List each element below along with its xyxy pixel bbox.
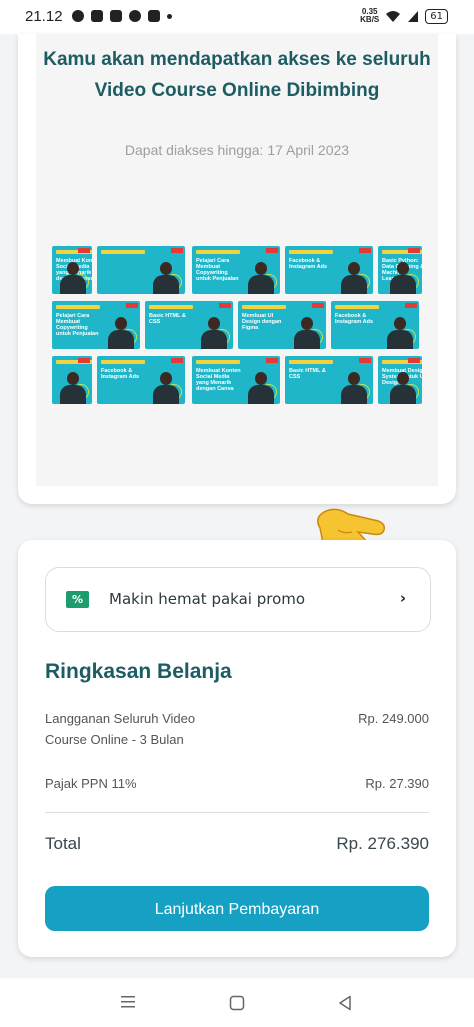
course-thumbnail: Basic HTML & CSS	[285, 356, 373, 404]
summary-item-label: Pajak PPN 11%	[45, 776, 137, 791]
network-speed: 0.35 KB/S	[360, 8, 379, 24]
course-thumbnail: Pelajari Cara Membuat Copywriting untuk …	[192, 246, 280, 294]
summary-item-value: Rp. 249.000	[358, 711, 429, 726]
sale-badge	[408, 248, 420, 253]
signal-icon	[408, 10, 419, 22]
summary-item-value: Rp. 27.390	[365, 776, 429, 791]
instructor-photo	[248, 370, 274, 404]
status-bar: 21.12 0.35 KB/S 61	[0, 0, 474, 34]
access-until-text: Dapat diakses hingga: 17 April 2023	[124, 142, 350, 158]
gallery-icon	[91, 10, 103, 22]
course-thumbnail-title: Facebook & Instagram Ads	[335, 313, 374, 325]
status-time: 21.12	[25, 8, 63, 25]
course-category-tag	[196, 250, 240, 254]
course-thumbnail: Facebook & Instagram Ads	[97, 356, 185, 404]
course-thumbnail-title: Membuat UI Design dengan Figma	[242, 313, 282, 331]
course-thumbnail: Facebook & Instagram Ads	[285, 246, 373, 294]
sale-badge	[219, 303, 231, 308]
access-headline: Kamu akan mendapatkan akses ke seluruh V…	[43, 49, 431, 101]
course-thumbnail: Membuat Design System untuk UI Design	[378, 356, 422, 404]
notification-app-icon	[72, 10, 84, 22]
checkout-summary-card: % Makin hemat pakai promo › Ringkasan Be…	[18, 540, 456, 957]
sale-badge	[405, 303, 417, 308]
instructor-photo	[153, 370, 179, 404]
more-notifications-dot-icon	[167, 13, 172, 19]
course-thumbnail-title: Pelajari Cara Membuat Copywriting untuk …	[56, 313, 99, 337]
summary-title: Ringkasan Belanja	[45, 660, 232, 683]
course-category-tag	[56, 305, 100, 309]
chevron-right-icon: ›	[399, 589, 406, 607]
course-thumbnail	[97, 246, 185, 294]
sale-badge	[312, 303, 324, 308]
course-access-panel: Kamu akan mendapatkan akses ke seluruh V…	[36, 34, 438, 486]
promo-button[interactable]: % Makin hemat pakai promo ›	[45, 567, 431, 632]
course-category-tag	[289, 250, 333, 254]
instructor-photo	[153, 260, 179, 294]
instructor-photo	[341, 260, 367, 294]
sale-badge	[171, 248, 183, 253]
course-thumbnail-title: Basic HTML & CSS	[289, 368, 326, 380]
continue-payment-button[interactable]: Lanjutkan Pembayaran	[45, 886, 429, 931]
promo-label: Makin hemat pakai promo	[109, 590, 306, 608]
sale-badge	[78, 248, 90, 253]
discount-ticket-icon: %	[66, 591, 89, 608]
course-thumbnail-title: Membuat Konten Social Media yang Menarik…	[196, 368, 241, 392]
course-category-tag	[242, 305, 286, 309]
capcut-icon	[148, 10, 160, 22]
network-speed-unit: KB/S	[360, 15, 380, 24]
summary-divider	[45, 812, 429, 813]
instructor-photo	[387, 315, 413, 349]
instructor-photo	[60, 370, 86, 404]
course-thumbnail-grid: Membuat Konten Social Media yang Menarik…	[52, 246, 422, 406]
course-thumbnail-title: Facebook & Instagram Ads	[101, 368, 140, 380]
wifi-icon	[386, 10, 401, 22]
back-icon[interactable]	[338, 995, 352, 1011]
summary-item-label: Langganan Seluruh Video Course Online - …	[45, 711, 196, 747]
course-thumbnail: Facebook & Instagram Ads	[331, 301, 419, 349]
course-category-tag	[101, 250, 145, 254]
course-thumbnail	[52, 356, 92, 404]
sale-badge	[359, 358, 371, 363]
course-access-card: Kamu akan mendapatkan akses ke seluruh V…	[18, 34, 456, 504]
course-thumbnail: Pelajari Cara Membuat Copywriting untuk …	[52, 301, 140, 349]
course-thumbnail-title: Pelajari Cara Membuat Copywriting untuk …	[196, 258, 239, 282]
vpn-icon	[129, 10, 141, 22]
youtube-icon	[110, 10, 122, 22]
notification-icons	[72, 10, 172, 22]
sale-badge	[266, 248, 278, 253]
total-label: Total	[45, 834, 81, 853]
course-thumbnail-title: Facebook & Instagram Ads	[289, 258, 328, 270]
sale-badge	[78, 358, 90, 363]
recent-apps-icon[interactable]	[120, 995, 136, 1009]
sale-badge	[126, 303, 138, 308]
course-thumbnail: Basic HTML & CSS	[145, 301, 233, 349]
home-icon[interactable]	[229, 995, 245, 1011]
instructor-photo	[108, 315, 134, 349]
sale-badge	[359, 248, 371, 253]
instructor-photo	[294, 315, 320, 349]
course-thumbnail: Membuat UI Design dengan Figma	[238, 301, 326, 349]
course-thumbnail: Membuat Konten Social Media yang Menarik…	[192, 356, 280, 404]
instructor-photo	[248, 260, 274, 294]
course-thumbnail: Membuat Konten Social Media yang Menarik…	[52, 246, 92, 294]
sale-badge	[266, 358, 278, 363]
instructor-photo	[390, 370, 416, 404]
course-thumbnail-title: Basic HTML & CSS	[149, 313, 186, 325]
course-category-tag	[101, 360, 145, 364]
course-category-tag	[196, 360, 240, 364]
course-category-tag	[149, 305, 193, 309]
sale-badge	[408, 358, 420, 363]
course-category-tag	[335, 305, 379, 309]
battery-icon: 61	[425, 8, 448, 24]
total-value: Rp. 276.390	[336, 834, 429, 853]
instructor-photo	[60, 260, 86, 294]
course-thumbnail: Basic Python: Data Cleaning & Machine Le…	[378, 246, 422, 294]
instructor-photo	[201, 315, 227, 349]
course-category-tag	[289, 360, 333, 364]
instructor-photo	[390, 260, 416, 294]
sale-badge	[171, 358, 183, 363]
system-nav-bar	[0, 978, 474, 1027]
instructor-photo	[341, 370, 367, 404]
